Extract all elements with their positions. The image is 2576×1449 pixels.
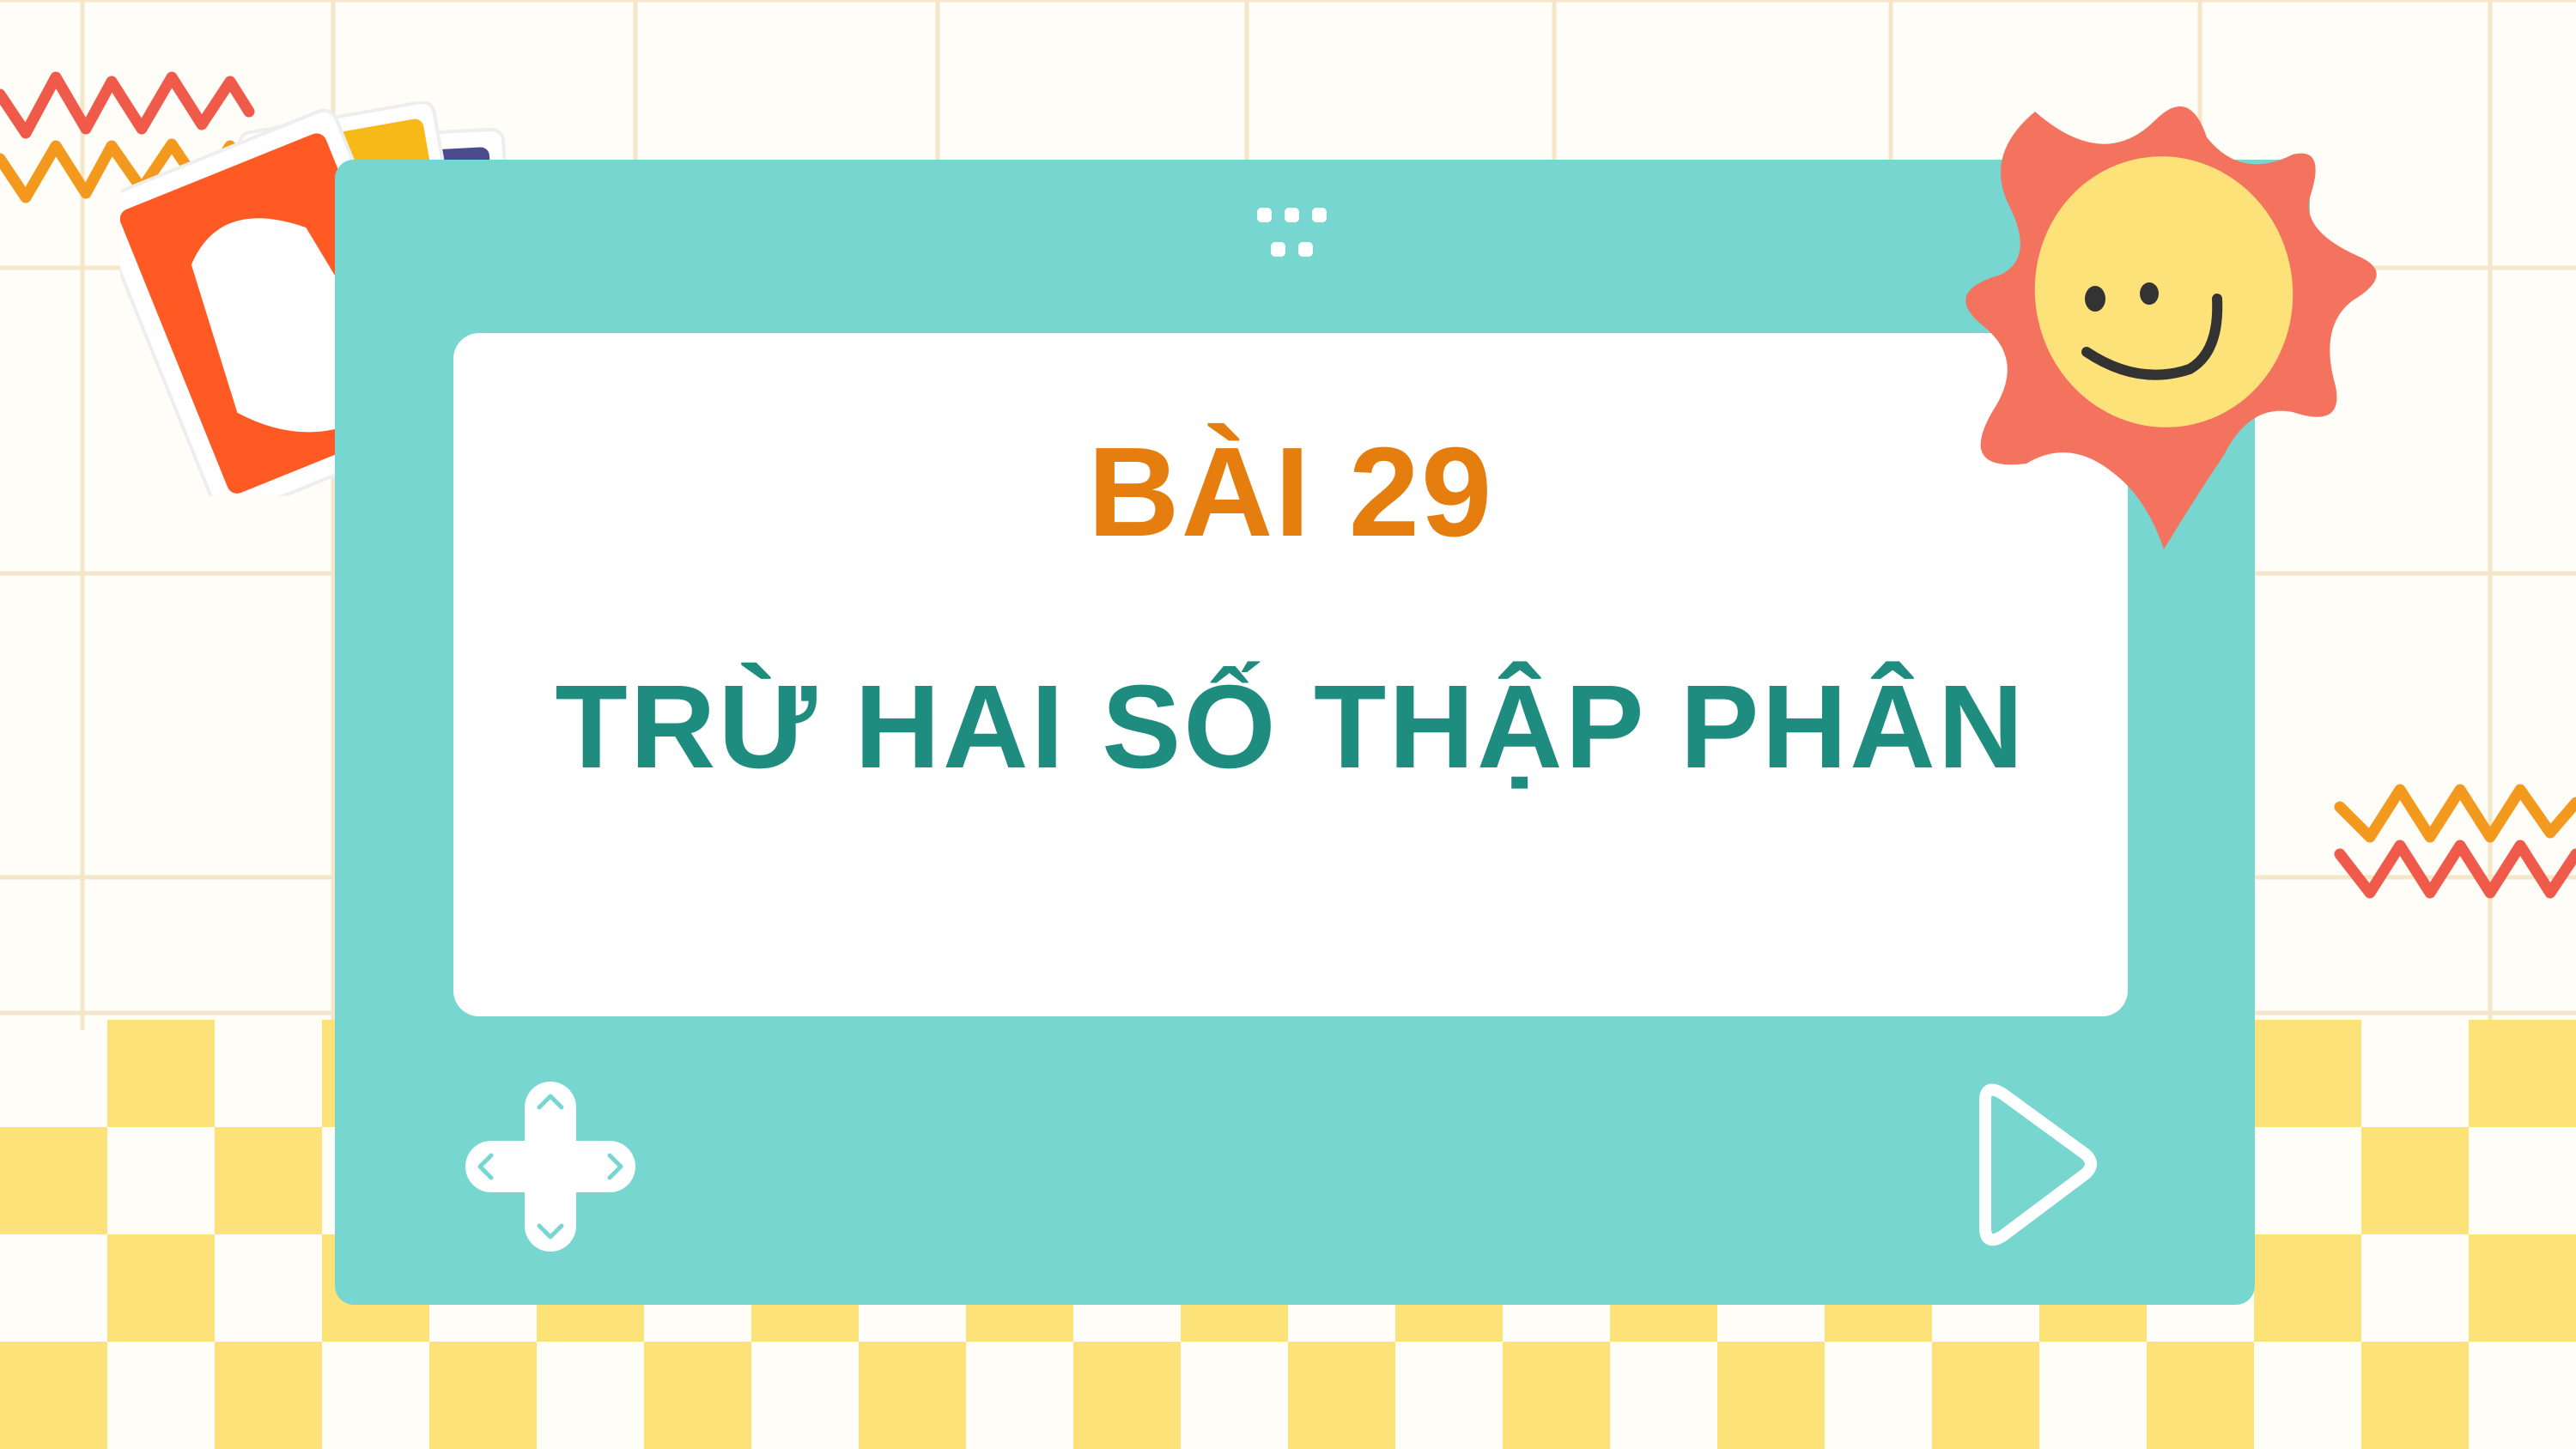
checker-tile — [2254, 1234, 2361, 1342]
dpad-icon[interactable] — [462, 1078, 639, 1255]
checker-tile — [2147, 1342, 2254, 1449]
checker-tile — [2469, 1020, 2576, 1127]
checker-tile — [0, 1342, 107, 1449]
checker-tile — [1503, 1342, 1610, 1449]
checker-tile — [429, 1342, 537, 1449]
checker-tile — [2254, 1020, 2361, 1127]
checker-tile — [2361, 1342, 2469, 1449]
checker-tile — [215, 1127, 322, 1234]
smiling-sun-icon — [1965, 106, 2377, 549]
checker-tile — [107, 1234, 215, 1342]
play-triangle-icon[interactable] — [1968, 1075, 2105, 1255]
checker-tile — [1073, 1342, 1181, 1449]
checker-tile — [859, 1342, 966, 1449]
checker-tile — [1717, 1342, 1825, 1449]
six-dots-icon — [1257, 208, 1327, 257]
checker-tile — [644, 1342, 751, 1449]
checker-tile — [2361, 1127, 2469, 1234]
checker-tile — [0, 1127, 107, 1234]
lesson-title: TRỪ HAI SỐ THẬP PHÂN — [555, 661, 2026, 793]
lesson-number: BÀI 29 — [1087, 421, 1494, 563]
checker-tile — [107, 1020, 215, 1127]
checker-tile — [1288, 1342, 1395, 1449]
checker-tile — [215, 1342, 322, 1449]
zigzag-decoration-icon — [2334, 784, 2576, 899]
checker-tile — [2469, 1234, 2576, 1342]
checker-tile — [1932, 1342, 2039, 1449]
